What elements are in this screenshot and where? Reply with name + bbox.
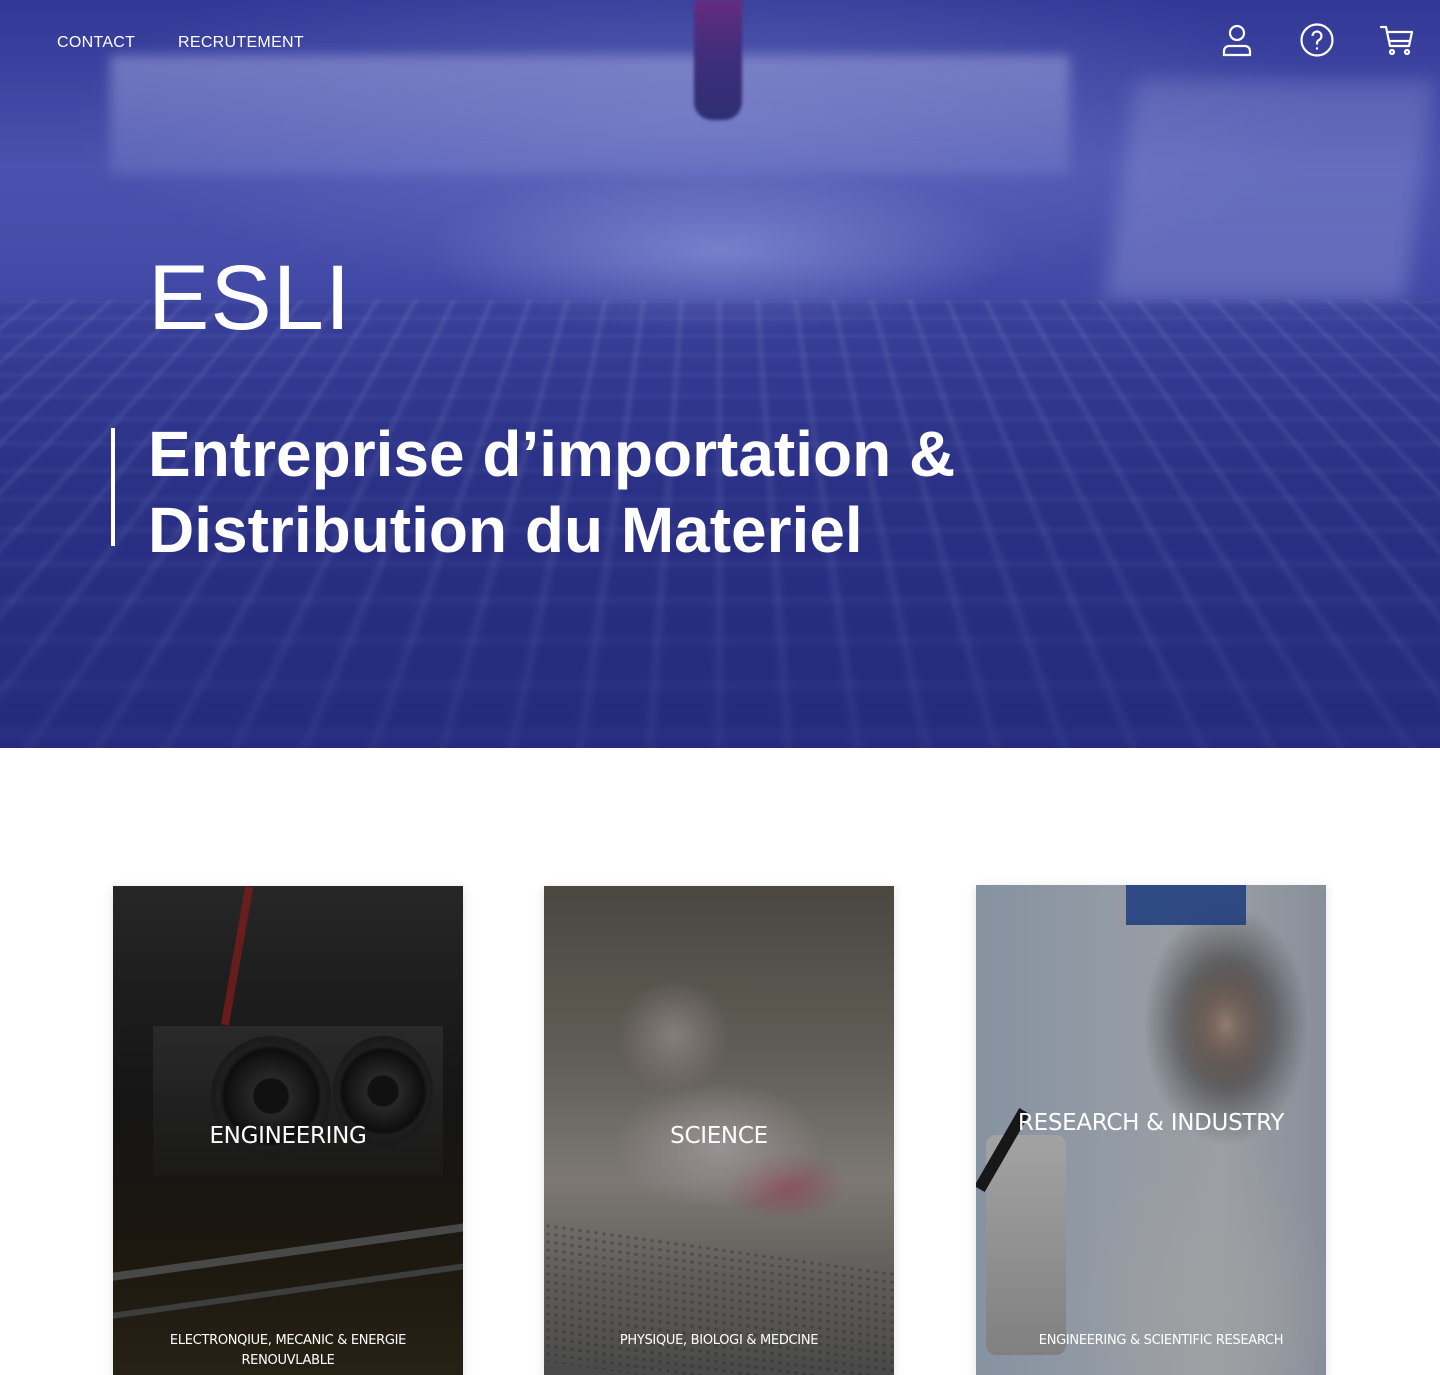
nav-link-recrutement[interactable]: RECRUTEMENT (178, 34, 304, 52)
user-icon[interactable] (1219, 22, 1255, 58)
card-subtitle: ELECTRONQIUE, MECANIC & ENERGIE RENOUVLA… (153, 1331, 423, 1371)
card-title: RESEARCH & INDUSTRY (1017, 1110, 1285, 1136)
card-title: SCIENCE (670, 1123, 768, 1149)
cart-icon[interactable] (1379, 22, 1415, 58)
card-subtitle: ENGINEERING & SCIENTIFIC RESEARCH (1038, 1333, 1284, 1348)
hero-banner: CONTACT RECRUTEMENT ESLI Entreprise d’im… (0, 0, 1440, 748)
hero-tagline-line1: Entreprise d’importation & (148, 418, 956, 490)
hero-tagline-line2: Distribution du Materiel (148, 494, 863, 566)
nav-link-contact[interactable]: CONTACT (57, 34, 135, 52)
card-science[interactable]: SCIENCE PHYSIQUE, BIOLOGI & MEDCINE (544, 886, 894, 1375)
hero-tagline: Entreprise d’importation & Distribution … (148, 416, 968, 568)
card-subtitle-line1: ELECTRONQIUE, MECANIC & ENERGIE (169, 1333, 407, 1348)
card-subtitle-line2: RENOUVLABLE (241, 1353, 335, 1368)
card-engineering[interactable]: ENGINEERING ELECTRONQIUE, MECANIC & ENER… (113, 886, 463, 1375)
card-title: ENGINEERING (209, 1123, 367, 1149)
tagline-accent-bar (111, 428, 115, 546)
card-subtitle: PHYSIQUE, BIOLOGI & MEDCINE (619, 1333, 819, 1348)
help-icon[interactable] (1299, 22, 1335, 58)
hero-overlay (0, 0, 1440, 748)
brand-title: ESLI (148, 247, 352, 349)
card-research-industry[interactable]: RESEARCH & INDUSTRY ENGINEERING & SCIENT… (976, 885, 1326, 1375)
